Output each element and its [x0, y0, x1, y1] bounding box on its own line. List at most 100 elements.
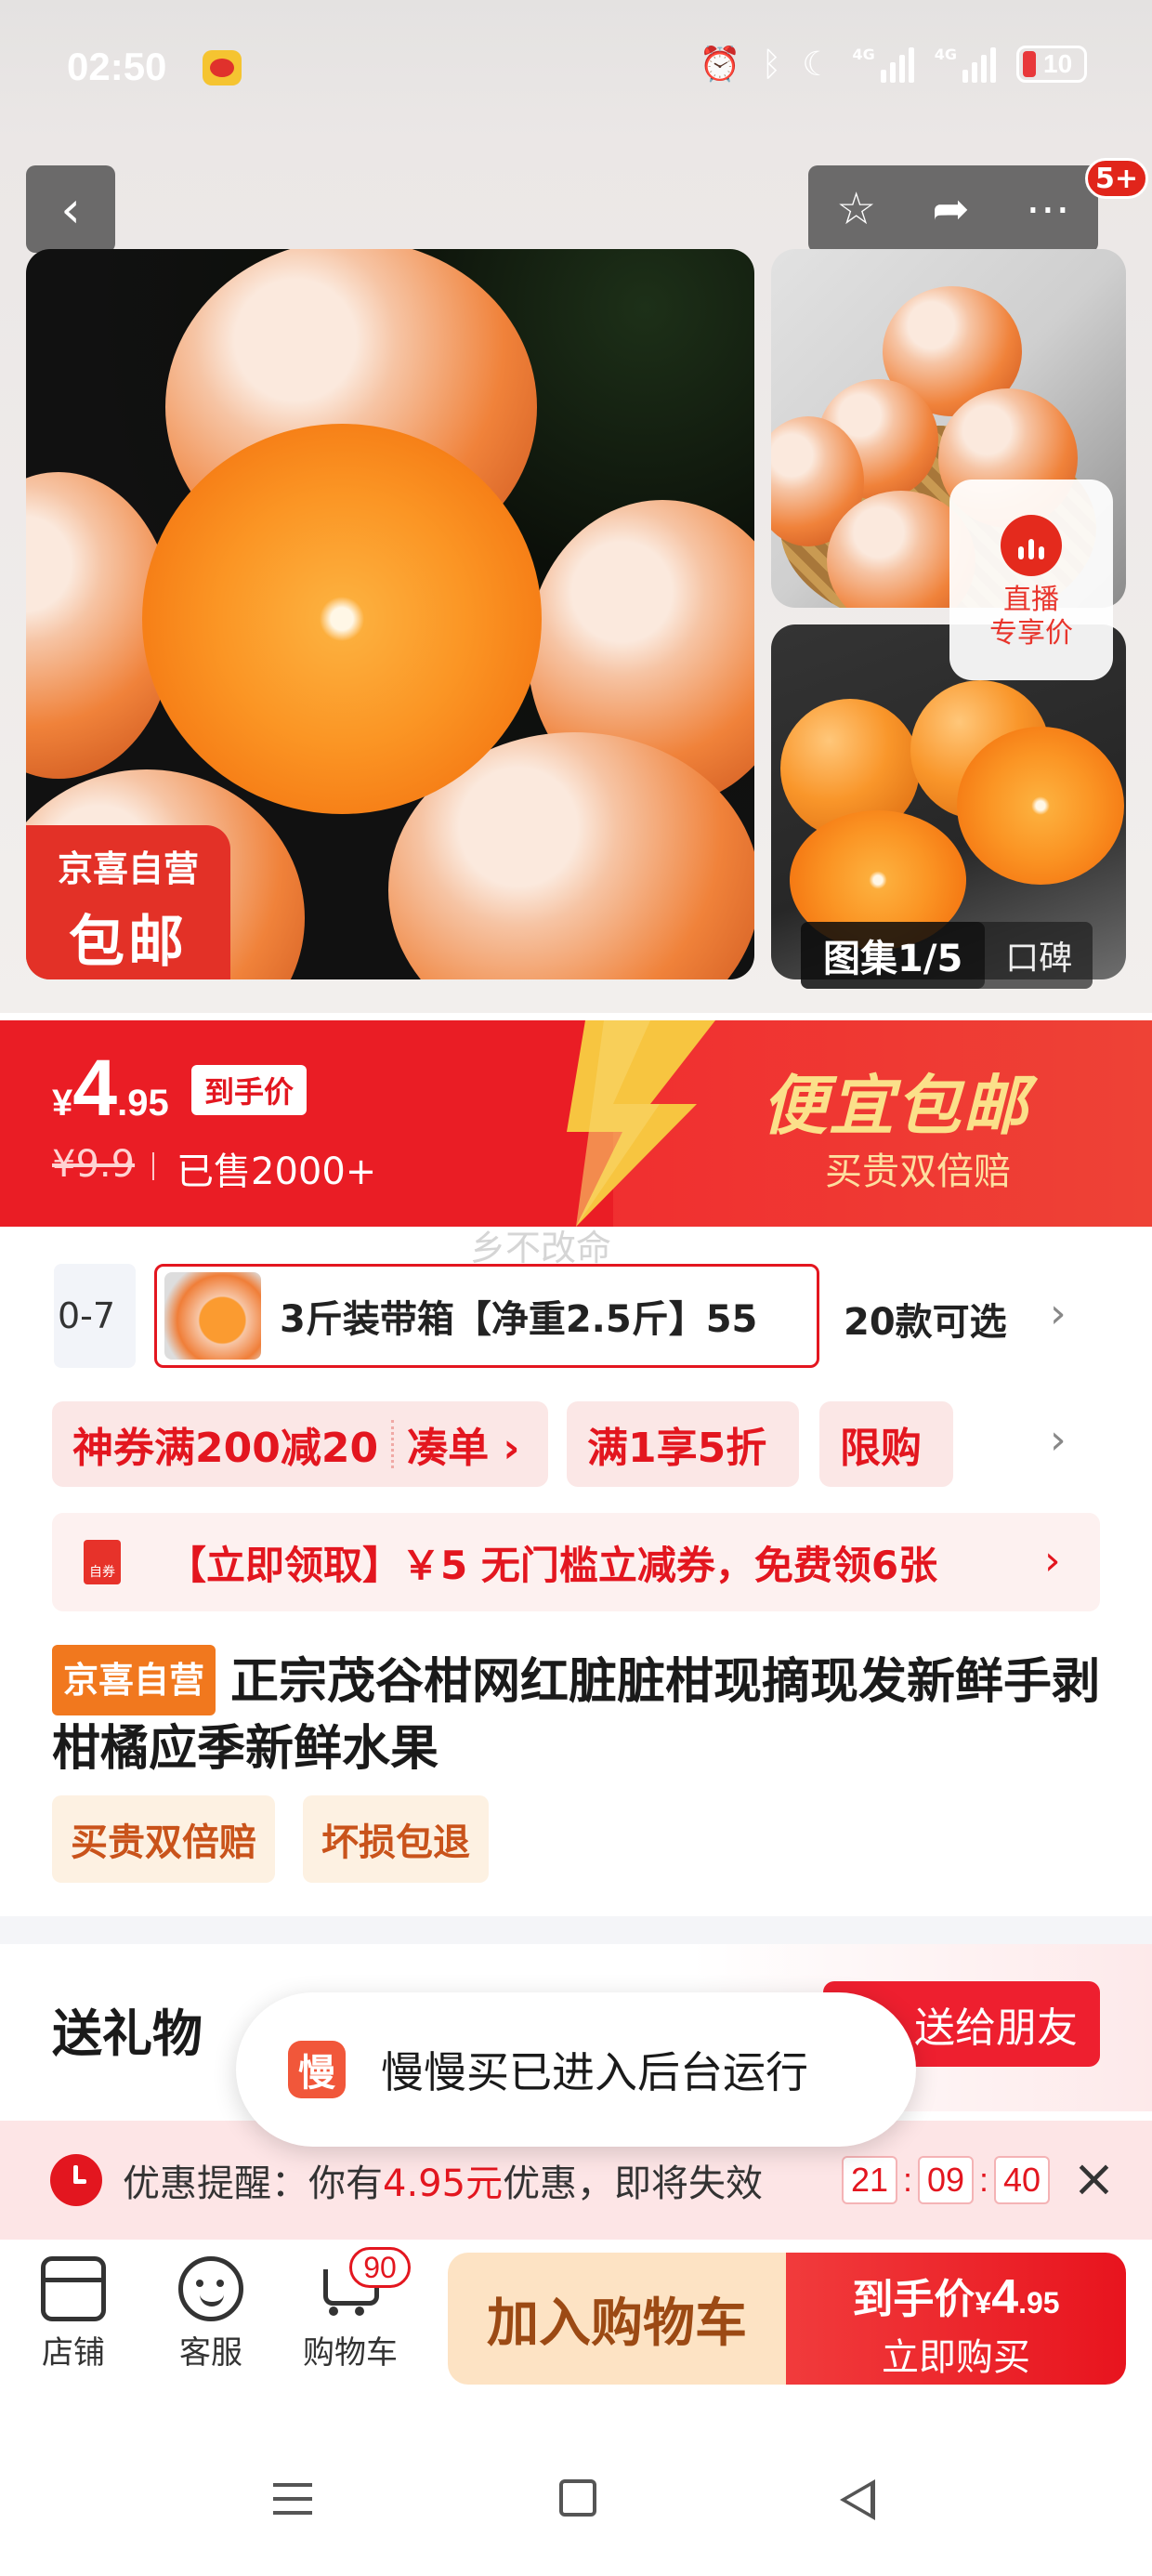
- sku-option-previous[interactable]: 0-7: [54, 1264, 136, 1368]
- live-label-2: 专享价: [989, 617, 1073, 650]
- buy-integer: 4: [991, 2270, 1019, 2324]
- battery-icon: 10: [1016, 46, 1087, 83]
- final-price-tag: 到手价: [191, 1065, 308, 1115]
- price-currency: ¥: [52, 1083, 73, 1124]
- back-button[interactable]: ‹: [26, 165, 115, 253]
- price-banner: ¥ 4 .95 到手价 ¥9.9 已售2000+ 便宜包邮 买贵双倍赔: [0, 1020, 1152, 1227]
- chevron-right-icon: ›: [1044, 1537, 1061, 1584]
- coupon-label: 神券满200减20: [72, 1425, 379, 1472]
- product-gallery: ‹ ☆ ➦ ⋯ 5+ 京喜自营 包邮 直播 专享价 图集1/5 口碑: [0, 139, 1152, 1013]
- product-title: 京喜自营 正宗茂谷柑网红脏脏柑现摘现发新鲜手剥柑橘应季新鲜水果: [52, 1645, 1102, 1782]
- sku-thumbnail: [164, 1272, 261, 1360]
- badge-line-2: 包邮: [69, 910, 188, 975]
- store-label: 店铺: [42, 2334, 105, 2372]
- app-icon: 慢: [288, 2041, 346, 2098]
- clock-icon: [50, 2154, 102, 2206]
- status-icons: ⏰ ᛒ ☾ 4G 4G 10: [700, 45, 1087, 84]
- review-tab[interactable]: 口碑: [985, 931, 1093, 979]
- self-operated-badge: 京喜自营 包邮: [26, 825, 230, 979]
- coupon-label: 满1享5折: [587, 1425, 767, 1472]
- customer-service-icon: [178, 2256, 243, 2321]
- background-running-toast: 慢 慢慢买已进入后台运行: [236, 1992, 916, 2147]
- live-icon: [1001, 515, 1062, 576]
- coupon-limit[interactable]: 限购: [819, 1401, 953, 1487]
- reminder-prefix: 优惠提醒：你有: [123, 2162, 383, 2205]
- live-exclusive-price-button[interactable]: 直播 专享价: [949, 480, 1113, 680]
- buy-now-button[interactable]: 到手价 ¥ 4 .95 立即购买: [786, 2253, 1126, 2385]
- customer-service-button[interactable]: 客服: [160, 2256, 262, 2372]
- chevron-left-icon: ‹: [60, 179, 81, 239]
- guarantee-tag[interactable]: 坏损包退: [303, 1795, 489, 1883]
- coupon-add-on-link[interactable]: 凑单 ›: [407, 1414, 519, 1474]
- network-type-label: 4G: [934, 46, 957, 63]
- store-icon: [41, 2256, 106, 2321]
- recent-apps-icon[interactable]: [273, 2483, 312, 2515]
- signal-icon-1: 4G: [852, 46, 914, 83]
- watermark: 乡不改命: [470, 1228, 612, 1268]
- coupon-discount[interactable]: 神券满200减20 凑单 ›: [52, 1401, 548, 1487]
- price-decimal: .95: [117, 1083, 169, 1124]
- cart-count-badge: 90: [349, 2247, 411, 2288]
- final-price: ¥ 4 .95: [52, 1048, 169, 1128]
- countdown-seconds: 40: [994, 2156, 1051, 2204]
- coupon-label: 限购: [840, 1425, 922, 1472]
- chevron-right-icon[interactable]: ›: [1050, 1416, 1067, 1464]
- buy-price: 到手价 ¥ 4 .95: [786, 2266, 1126, 2325]
- store-button[interactable]: 店铺: [22, 2256, 124, 2372]
- add-to-cart-label: 加入购物车: [487, 2293, 747, 2354]
- guarantee-tags: 买贵双倍赔 坏损包退: [52, 1795, 489, 1883]
- status-bar: 02:50 ⏰ ᛒ ☾ 4G 4G 10: [0, 0, 1152, 139]
- countdown-minutes: 09: [918, 2156, 975, 2204]
- bluetooth-icon: ᛒ: [761, 45, 782, 84]
- add-to-cart-button[interactable]: 加入购物车: [448, 2253, 786, 2385]
- toast-text: 慢慢买已进入后台运行: [381, 2047, 808, 2097]
- guarantee-tag[interactable]: 买贵双倍赔: [52, 1795, 275, 1883]
- status-time: 02:50: [67, 45, 167, 88]
- gallery-counter-text: 图集1/5: [801, 922, 986, 989]
- service-label: 客服: [179, 2334, 242, 2372]
- header-tools: ☆ ➦ ⋯: [808, 165, 1098, 253]
- live-label-1: 直播: [1003, 584, 1059, 616]
- lightning-bolt-icon: [567, 1020, 715, 1227]
- buy-currency: ¥: [975, 2286, 992, 2320]
- home-icon[interactable]: [559, 2479, 596, 2517]
- promo-sub-slogan: 买贵双倍赔: [825, 1150, 1011, 1193]
- countdown-hours: 21: [842, 2156, 897, 2204]
- product-title-block: 京喜自营 正宗茂谷柑网红脏脏柑现摘现发新鲜手剥柑橘应季新鲜水果: [52, 1645, 1102, 1782]
- close-icon[interactable]: ×: [1072, 2149, 1116, 2209]
- share-icon[interactable]: ➦: [932, 183, 969, 235]
- more-icon[interactable]: ⋯: [1026, 183, 1070, 235]
- original-price: ¥9.9: [52, 1143, 136, 1186]
- buy-decimal: .95: [1018, 2286, 1060, 2320]
- buy-prefix: 到手价: [852, 2276, 975, 2323]
- voucher-icon: 自券: [84, 1540, 121, 1584]
- gift-title: 送礼物: [52, 2004, 203, 2063]
- gallery-counter[interactable]: 图集1/5 口碑: [801, 922, 1093, 989]
- alarm-icon: ⏰: [699, 46, 741, 84]
- sku-selected-label: 3斤装带箱【净重2.5斤】55: [280, 1298, 758, 1341]
- weibo-notification-icon: [203, 50, 242, 85]
- promo-slogan: 便宜包邮: [762, 1068, 1029, 1144]
- back-triangle-icon[interactable]: [840, 2479, 875, 2520]
- sku-more-options[interactable]: 20款可选: [844, 1292, 1007, 1346]
- cart-label: 购物车: [303, 2334, 398, 2372]
- favorite-star-icon[interactable]: ☆: [836, 183, 876, 235]
- reminder-amount: 4.95元: [383, 2162, 504, 2205]
- signal-icon-2: 4G: [935, 46, 996, 83]
- moon-icon: ☾: [802, 45, 832, 84]
- message-badge: 5+: [1085, 158, 1149, 199]
- coupon-row: 神券满200减20 凑单 › 满1享5折 限购 ›: [0, 1401, 1152, 1487]
- chevron-right-icon[interactable]: ›: [1050, 1290, 1067, 1337]
- countdown-timer: 21 : 09 : 40: [842, 2156, 1051, 2204]
- sku-selector: 0-7 3斤装带箱【净重2.5斤】55 20款可选 ›: [0, 1264, 1152, 1375]
- sku-option-selected[interactable]: 3斤装带箱【净重2.5斤】55: [154, 1264, 819, 1368]
- reminder-suffix: 优惠，即将失效: [503, 2162, 764, 2205]
- coupon-half-off[interactable]: 满1享5折: [567, 1401, 799, 1487]
- reminder-text: 优惠提醒：你有4.95元优惠，即将失效: [123, 2153, 763, 2207]
- network-type-label: 4G: [852, 46, 875, 63]
- store-tag: 京喜自营: [52, 1645, 216, 1715]
- sold-count: 已售2000+: [151, 1141, 376, 1195]
- section-divider: [0, 1916, 1152, 1944]
- voucher-banner[interactable]: 自券 【立即领取】￥5 无门槛立减券，免费领6张 ›: [52, 1513, 1100, 1611]
- main-product-image[interactable]: 京喜自营 包邮: [26, 249, 754, 979]
